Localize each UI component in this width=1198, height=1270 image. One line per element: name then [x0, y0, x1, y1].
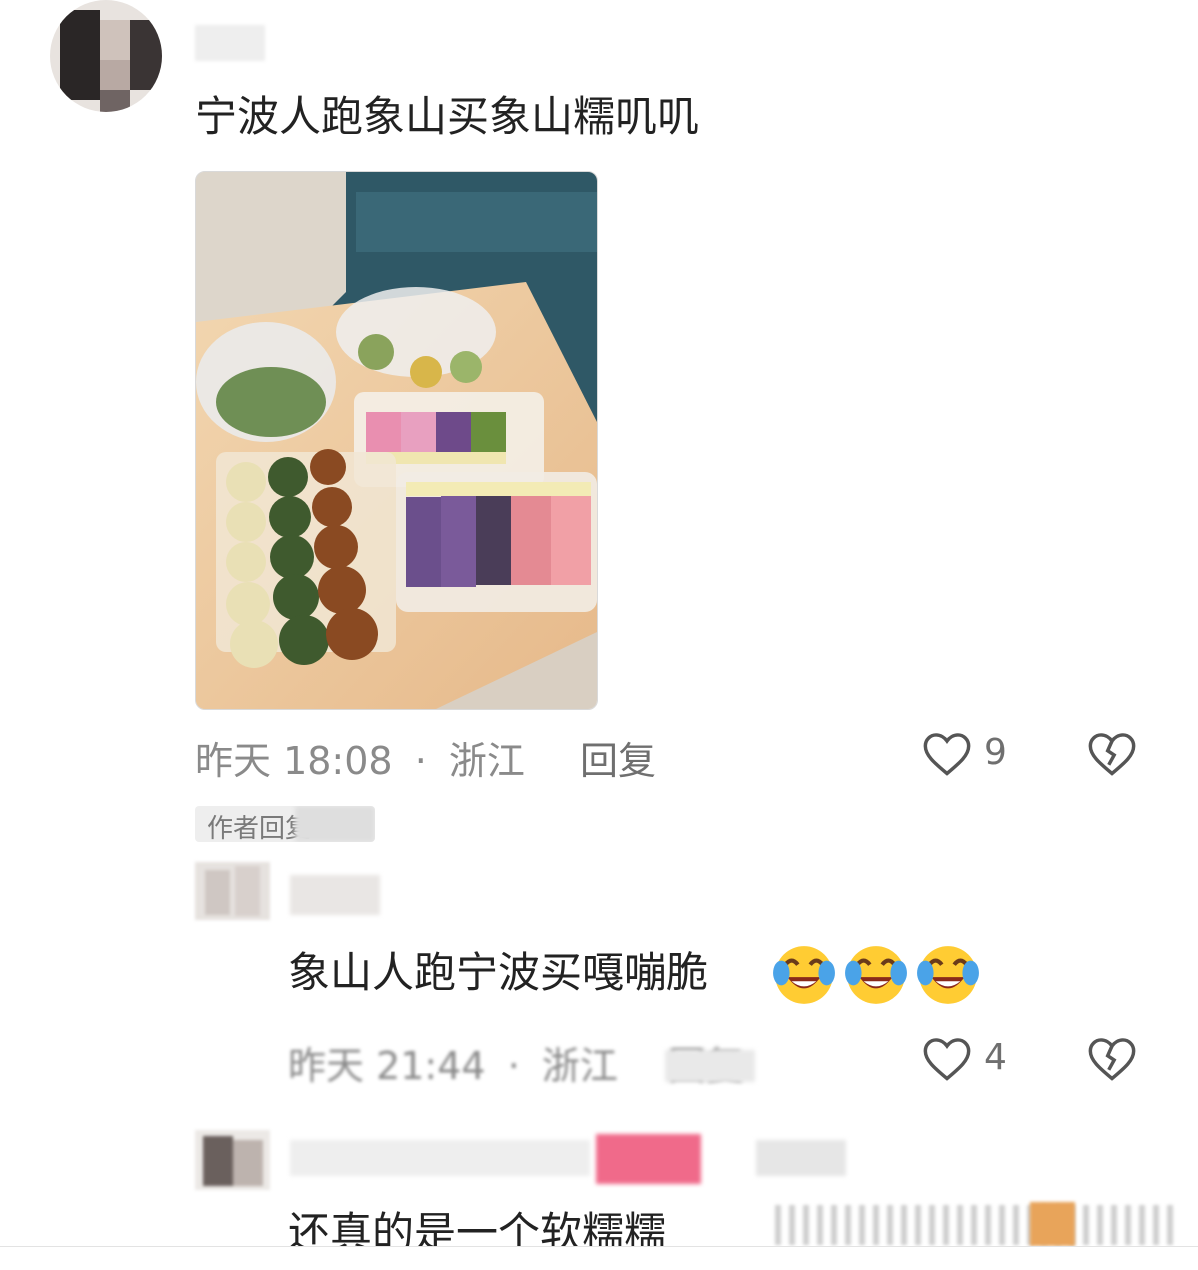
author-reply-badge: 作者回复	[195, 806, 375, 842]
broken-heart-icon	[1088, 733, 1136, 776]
reply-dislike-button[interactable]	[1085, 1033, 1139, 1087]
like-button[interactable]: 9	[920, 728, 1020, 782]
reply-like-button[interactable]: 4	[920, 1033, 1020, 1087]
heart-outline-icon	[923, 733, 971, 776]
comment-photo[interactable]	[195, 171, 598, 710]
broken-heart-icon	[1088, 1038, 1136, 1081]
dislike-button[interactable]	[1085, 728, 1139, 782]
crying-laughing-face-icon	[845, 946, 907, 1004]
comment-location: 浙江	[448, 739, 525, 783]
reply-button[interactable]: 回复	[580, 730, 656, 785]
meta-separator: ·	[507, 1044, 520, 1088]
reply-meta: 昨天 21:44 · 浙江	[288, 1035, 618, 1090]
orange-sticker-blurred	[1030, 1202, 1075, 1246]
meta-separator: ·	[414, 739, 427, 783]
meta-blurred	[756, 1140, 846, 1176]
like-count: 9	[984, 732, 1007, 773]
user-badge-blurred	[596, 1134, 701, 1184]
crying-laughing-face-icon	[917, 946, 979, 1004]
username-blurred[interactable]	[195, 25, 265, 61]
avatar[interactable]	[195, 1130, 270, 1190]
crying-laughing-face-icon	[773, 946, 835, 1004]
reply-username-blurred[interactable]	[290, 875, 380, 915]
username-blurred[interactable]	[290, 1140, 590, 1176]
heart-outline-icon	[923, 1038, 971, 1081]
comment-meta: 昨天 18:08 · 浙江	[195, 730, 525, 785]
reply-text: 象山人跑宁波买嘎嘣脆	[288, 948, 709, 997]
reply-avatar[interactable]	[195, 862, 270, 920]
avatar[interactable]	[50, 0, 162, 112]
comment-text: 宁波人跑象山买象山糯叽叽	[195, 92, 700, 141]
food-photo-image	[196, 172, 597, 709]
reply-location: 浙江	[541, 1044, 618, 1088]
comment-image-strip-blurred	[775, 1205, 1175, 1245]
reply-like-count: 4	[984, 1037, 1007, 1078]
comment-time: 昨天 18:08	[195, 739, 393, 783]
reply-time: 昨天 21:44	[288, 1044, 486, 1088]
